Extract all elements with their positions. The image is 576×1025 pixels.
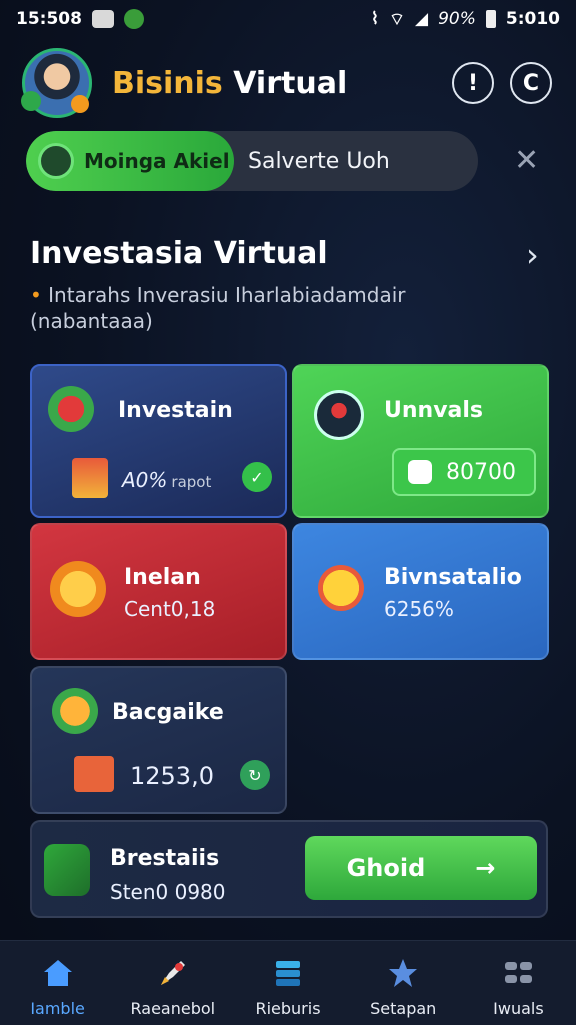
card-title: Brestaiis <box>110 846 220 871</box>
section-title: Investasia Virtual <box>30 236 328 271</box>
document-icon <box>72 458 108 498</box>
rocket-icon <box>160 961 185 985</box>
dollar-coin-icon <box>50 561 106 617</box>
signal-icon: ◢ <box>415 9 429 29</box>
bullet-icon: • <box>30 283 42 307</box>
location-pin-icon <box>314 390 364 440</box>
nav-item-home[interactable]: Iamble <box>0 941 115 1025</box>
card-title: Bacgaike <box>112 700 224 725</box>
nav-item-grid[interactable]: Iwuals <box>461 941 576 1025</box>
primary-action-button[interactable]: Ghoid → <box>305 836 537 900</box>
refresh-button[interactable]: C <box>510 62 552 104</box>
app-notification-icon <box>123 9 144 29</box>
status-bar: 15:508 ⌇ ⌔ ◢ 90% 5:010 <box>0 0 576 38</box>
wifi-icon: ⌔ <box>389 9 405 30</box>
card-value: Cent0,18 <box>124 597 216 621</box>
screen-icon <box>74 756 114 792</box>
app-header: Bisinis Virtual ! C <box>21 48 554 118</box>
level-badge-icon <box>21 91 41 111</box>
market-label: Moinga Akiel <box>84 149 230 173</box>
status-clock: 5:010 <box>505 9 560 29</box>
app-title: Bisinis Virtual <box>112 65 348 101</box>
card-title: Investain <box>118 398 233 423</box>
market-value: Salverte Uoh <box>248 148 390 174</box>
card-unnvals[interactable]: Unnvals 80700 <box>292 364 549 518</box>
stack-icon <box>276 961 300 986</box>
market-bar[interactable]: Moinga Akiel Salverte Uoh <box>26 131 478 191</box>
battery-icon <box>485 10 496 28</box>
status-left: 15:508 <box>16 9 144 29</box>
info-icon: ! <box>467 70 479 96</box>
card-value: A0% rapot <box>122 468 212 492</box>
status-time: 15:508 <box>16 9 82 29</box>
card-bivnsatalio[interactable]: Bivnsatalio 6256% <box>292 523 549 660</box>
card-title: Bivnsatalio <box>384 565 522 590</box>
close-icon[interactable]: ✕ <box>514 146 539 176</box>
rocket-icon <box>44 844 90 896</box>
info-button[interactable]: ! <box>452 62 494 104</box>
chevron-right-icon[interactable]: › <box>526 236 539 274</box>
card-investain[interactable]: Investain A0% rapot ✓ <box>30 364 287 518</box>
card-title: Unnvals <box>384 398 484 423</box>
value-pill[interactable]: 80700 <box>392 448 536 496</box>
trophy-icon <box>52 688 98 734</box>
refresh-icon: C <box>522 70 540 96</box>
battery-percent: 90% <box>438 9 476 29</box>
market-icon <box>38 143 74 179</box>
grid-icon <box>505 962 533 983</box>
section-subtitle: • Intarahs Inverasiu Iharlabiadamdair (n… <box>30 283 406 333</box>
card-value: 1253,0 <box>130 762 214 790</box>
nav-item-star[interactable]: Setapan <box>346 941 461 1025</box>
refresh-icon[interactable]: ↻ <box>240 760 270 790</box>
status-right: ⌇ ⌔ ◢ 90% 5:010 <box>371 9 560 30</box>
card-value: 6256% <box>384 597 454 621</box>
gamepad-icon <box>91 10 114 28</box>
arrow-right-icon: → <box>475 854 496 882</box>
nav-item-stack[interactable]: Rieburis <box>230 941 345 1025</box>
bottom-nav: Iamble Raeanebol Rieburis Setapan Iwuals <box>0 940 576 1025</box>
check-icon: ✓ <box>242 462 272 492</box>
nav-item-rocket[interactable]: Raeanebol <box>115 941 230 1025</box>
card-inelan[interactable]: Inelan Cent0,18 <box>30 523 287 660</box>
market-pill[interactable]: Moinga Akiel <box>26 131 234 191</box>
card-value: Sten0 0980 <box>110 880 226 904</box>
vibrate-icon: ⌇ <box>370 9 380 29</box>
home-icon <box>43 960 72 986</box>
coin-badge-icon <box>71 95 89 113</box>
card-title: Inelan <box>124 565 201 590</box>
wallet-icon <box>408 460 432 484</box>
card-bacgaike[interactable]: Bacgaike 1253,0 ↻ <box>30 666 287 814</box>
star-icon <box>318 565 364 611</box>
star-icon <box>389 959 418 987</box>
avatar[interactable] <box>21 48 92 118</box>
heart-gem-icon <box>48 386 94 432</box>
